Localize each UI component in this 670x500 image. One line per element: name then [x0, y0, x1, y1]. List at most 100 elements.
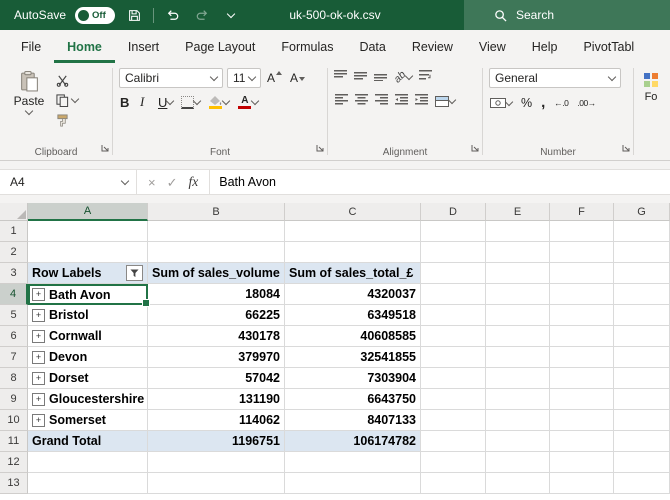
font-name-select[interactable]: Calibri: [119, 68, 223, 88]
cell[interactable]: [421, 473, 486, 494]
tab-pivottable-analyze[interactable]: PivotTabl: [570, 30, 647, 63]
cell-A9[interactable]: + Gloucestershire: [28, 389, 148, 410]
cell[interactable]: [614, 305, 670, 326]
row-header-1[interactable]: 1: [0, 221, 28, 242]
tab-help[interactable]: Help: [519, 30, 571, 63]
row-header-5[interactable]: 5: [0, 305, 28, 326]
cell[interactable]: [614, 347, 670, 368]
cell[interactable]: [486, 263, 550, 284]
percent-style-button[interactable]: %: [521, 96, 532, 110]
insert-function-button[interactable]: fx: [189, 175, 199, 189]
cell[interactable]: [550, 431, 614, 452]
cell[interactable]: [614, 326, 670, 347]
cell[interactable]: [614, 368, 670, 389]
cell-A5[interactable]: + Bristol: [28, 305, 148, 326]
cell-A13[interactable]: [28, 473, 148, 494]
name-box[interactable]: A4: [0, 170, 136, 194]
cell-A8[interactable]: + Dorset: [28, 368, 148, 389]
cut-button[interactable]: [56, 73, 78, 87]
cell-C11[interactable]: 106174782: [285, 431, 421, 452]
cell[interactable]: [614, 221, 670, 242]
select-all-button[interactable]: [0, 203, 28, 221]
row-header-8[interactable]: 8: [0, 368, 28, 389]
orientation-button[interactable]: ab: [394, 71, 412, 83]
cell[interactable]: [550, 263, 614, 284]
cell-C5[interactable]: 6349518: [285, 305, 421, 326]
expand-button[interactable]: +: [32, 351, 45, 364]
cell[interactable]: [421, 221, 486, 242]
cell[interactable]: [421, 263, 486, 284]
cell[interactable]: [614, 473, 670, 494]
cell-B5[interactable]: 66225: [148, 305, 285, 326]
cell[interactable]: [421, 242, 486, 263]
merge-center-button[interactable]: [435, 96, 455, 107]
cell[interactable]: [486, 284, 550, 305]
cell[interactable]: [550, 242, 614, 263]
row-header-7[interactable]: 7: [0, 347, 28, 368]
row-header-6[interactable]: 6: [0, 326, 28, 347]
cell[interactable]: [486, 410, 550, 431]
cell[interactable]: [421, 410, 486, 431]
number-dialog-launcher[interactable]: [622, 139, 630, 157]
cell-C6[interactable]: 40608585: [285, 326, 421, 347]
font-size-select[interactable]: 11: [227, 68, 261, 88]
cell-A12[interactable]: [28, 452, 148, 473]
tab-formulas[interactable]: Formulas: [268, 30, 346, 63]
cell[interactable]: [614, 431, 670, 452]
tab-review[interactable]: Review: [399, 30, 466, 63]
cell-A2[interactable]: [28, 242, 148, 263]
tab-insert[interactable]: Insert: [115, 30, 172, 63]
undo-icon[interactable]: [163, 4, 183, 26]
font-color-button[interactable]: A: [237, 96, 258, 109]
cell[interactable]: [486, 452, 550, 473]
cell[interactable]: [486, 347, 550, 368]
row-header-11[interactable]: 11: [0, 431, 28, 452]
cell-B10[interactable]: 114062: [148, 410, 285, 431]
expand-button[interactable]: +: [32, 393, 45, 406]
conditional-formatting-button[interactable]: Fo: [642, 68, 660, 103]
cell-B8[interactable]: 57042: [148, 368, 285, 389]
expand-button[interactable]: +: [32, 414, 45, 427]
cell[interactable]: [486, 389, 550, 410]
cell-A6[interactable]: + Cornwall: [28, 326, 148, 347]
cell-B12[interactable]: [148, 452, 285, 473]
align-right-button[interactable]: [375, 92, 388, 110]
align-center-button[interactable]: [355, 92, 368, 110]
paste-button[interactable]: Paste: [6, 68, 52, 127]
customize-toolbar-chevron-icon[interactable]: [221, 4, 241, 26]
cell[interactable]: [421, 284, 486, 305]
cell[interactable]: [486, 242, 550, 263]
decrease-decimal-button[interactable]: .00→: [577, 98, 595, 108]
cell[interactable]: [421, 347, 486, 368]
cell[interactable]: [614, 284, 670, 305]
cell-C1[interactable]: [285, 221, 421, 242]
row-header-9[interactable]: 9: [0, 389, 28, 410]
expand-button[interactable]: +: [32, 309, 45, 322]
row-header-10[interactable]: 10: [0, 410, 28, 431]
accounting-format-button[interactable]: [490, 98, 512, 108]
cell-C2[interactable]: [285, 242, 421, 263]
cell-B3[interactable]: Sum of sales_volume: [148, 263, 285, 284]
cell[interactable]: [550, 326, 614, 347]
cell[interactable]: [421, 305, 486, 326]
cell[interactable]: [486, 326, 550, 347]
cell-C4[interactable]: 4320037: [285, 284, 421, 305]
column-header-G[interactable]: G: [614, 203, 670, 221]
cell-A4-selected[interactable]: + Bath Avon: [28, 284, 148, 305]
cell[interactable]: [421, 389, 486, 410]
alignment-dialog-launcher[interactable]: [471, 139, 479, 157]
align-middle-button[interactable]: [354, 68, 367, 86]
align-left-button[interactable]: [335, 92, 348, 110]
cell-C3[interactable]: Sum of sales_total_£: [285, 263, 421, 284]
cell[interactable]: [550, 221, 614, 242]
cell[interactable]: [486, 305, 550, 326]
cell-A11[interactable]: Grand Total: [28, 431, 148, 452]
clipboard-dialog-launcher[interactable]: [101, 139, 109, 157]
cell-B9[interactable]: 131190: [148, 389, 285, 410]
column-header-F[interactable]: F: [550, 203, 614, 221]
autosave-toggle[interactable]: Off: [75, 7, 115, 24]
comma-style-button[interactable]: ,: [541, 94, 545, 111]
expand-button[interactable]: +: [32, 330, 45, 343]
cell-B4[interactable]: 18084: [148, 284, 285, 305]
row-header-2[interactable]: 2: [0, 242, 28, 263]
